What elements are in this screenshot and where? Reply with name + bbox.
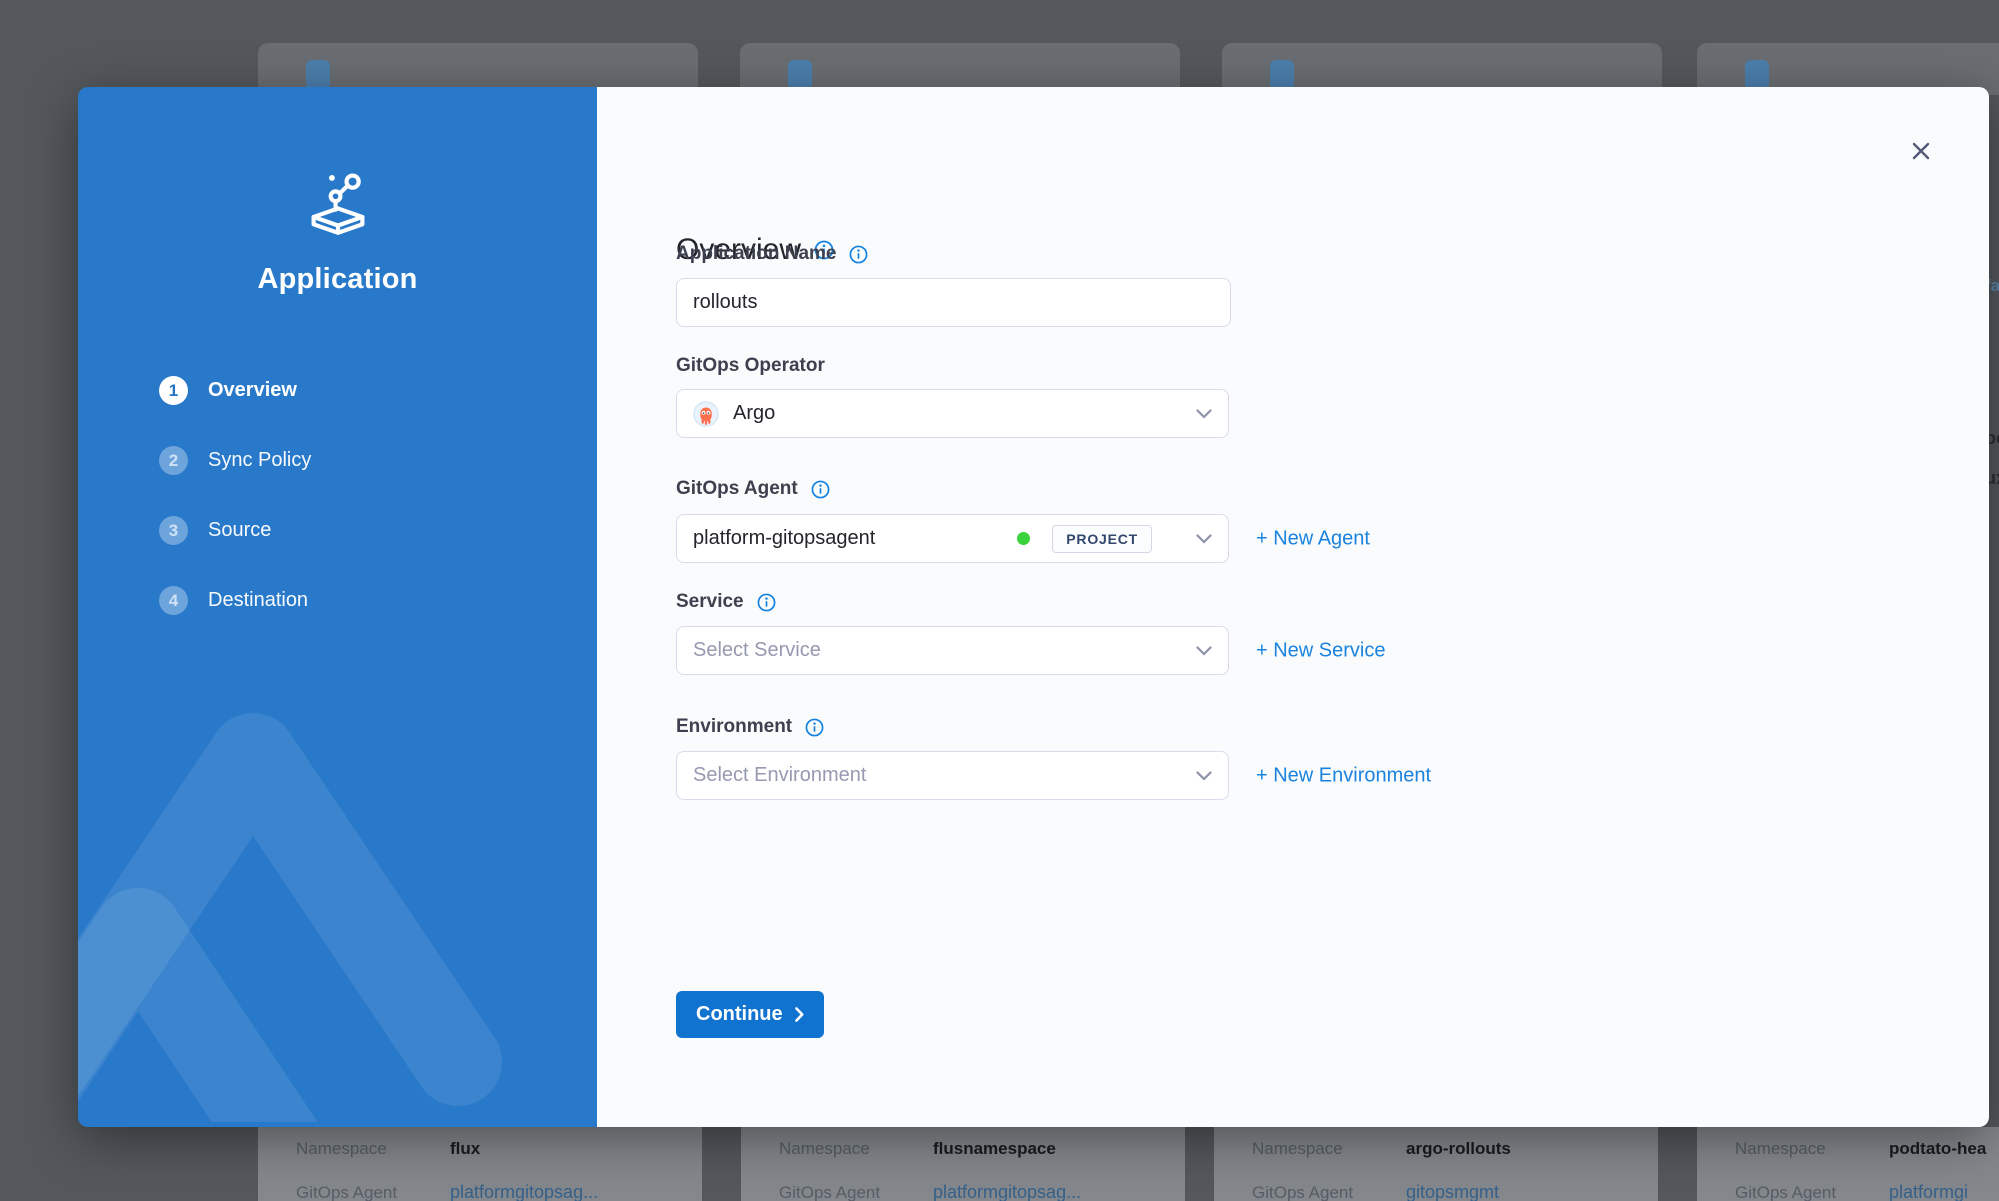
application-gitops-icon xyxy=(299,167,377,250)
service-info-icon[interactable] xyxy=(757,593,776,612)
gitops-agent-value: platformgitopsag... xyxy=(450,1182,598,1201)
app-card-icon xyxy=(1745,60,1769,90)
chevron-down-icon xyxy=(1196,646,1212,656)
gitops-agent-label: GitOps Agent xyxy=(1252,1183,1406,1201)
step-label: Destination xyxy=(208,589,308,612)
close-icon[interactable] xyxy=(1907,137,1935,165)
app-card-icon xyxy=(306,60,330,90)
gitops-operator-label: GitOps Operator xyxy=(676,355,825,377)
environment-select[interactable]: Select Environment xyxy=(676,751,1229,800)
continue-button[interactable]: Continue xyxy=(676,991,824,1038)
scope-badge: PROJECT xyxy=(1052,525,1152,553)
gitops-agent-label: GitOps Agent xyxy=(676,478,798,500)
namespace-value: flusnamespace xyxy=(933,1139,1056,1158)
gitops-operator-select[interactable]: Argo xyxy=(676,389,1229,438)
step-overview[interactable]: 1 Overview xyxy=(159,376,311,405)
chevron-right-icon xyxy=(795,1007,804,1022)
application-name-input[interactable] xyxy=(676,278,1231,327)
screen: { "modal": { "title": "Overview", "close… xyxy=(0,0,1999,1201)
brand-watermark-logo xyxy=(78,642,538,1127)
application-name-info-icon[interactable] xyxy=(849,245,868,264)
chevron-down-icon xyxy=(1196,534,1212,544)
namespace-label: Namespace xyxy=(1252,1139,1406,1159)
create-application-modal: Application 1 Overview 2 Sync Policy 3 S… xyxy=(78,87,1989,1127)
new-agent-link[interactable]: + New Agent xyxy=(1256,528,1370,551)
new-service-link[interactable]: + New Service xyxy=(1256,640,1386,663)
background-app-card: Namespaceflusnamespace GitOps Agentplatf… xyxy=(741,1127,1185,1201)
wizard-steps: 1 Overview 2 Sync Policy 3 Source 4 Dest… xyxy=(159,376,311,656)
agent-health-dot xyxy=(1017,532,1030,545)
gitops-operator-value: Argo xyxy=(733,402,775,425)
namespace-label: Namespace xyxy=(296,1139,450,1159)
gitops-agent-value: gitopsmgmt xyxy=(1406,1182,1499,1201)
chevron-down-icon xyxy=(1196,409,1212,419)
step-source[interactable]: 3 Source xyxy=(159,516,311,545)
step-label: Overview xyxy=(208,379,297,402)
namespace-label: Namespace xyxy=(779,1139,933,1159)
service-placeholder: Select Service xyxy=(693,639,821,662)
app-card-icon xyxy=(788,60,812,90)
application-name-label: Application Name xyxy=(676,243,836,265)
environment-placeholder: Select Environment xyxy=(693,764,866,787)
gitops-agent-value: platformgi xyxy=(1889,1182,1968,1201)
namespace-label: Namespace xyxy=(1735,1139,1889,1159)
chevron-down-icon xyxy=(1196,771,1212,781)
background-app-card: Namespacepodtato-hea GitOps Agentplatfor… xyxy=(1697,1127,1999,1201)
gitops-agent-info-icon[interactable] xyxy=(811,480,830,499)
app-card-icon xyxy=(1270,60,1294,90)
namespace-value: argo-rollouts xyxy=(1406,1139,1511,1158)
step-number: 1 xyxy=(159,376,188,405)
namespace-value: flux xyxy=(450,1139,480,1158)
gitops-agent-label: GitOps Agent xyxy=(779,1183,933,1201)
wizard-sidebar: Application 1 Overview 2 Sync Policy 3 S… xyxy=(78,87,597,1127)
gitops-agent-label: GitOps Agent xyxy=(296,1183,450,1201)
background-app-card: Namespaceflux GitOps Agentplatformgitops… xyxy=(258,1127,702,1201)
step-label: Source xyxy=(208,519,271,542)
gitops-agent-value: platformgitopsag... xyxy=(933,1182,1081,1201)
new-environment-link[interactable]: + New Environment xyxy=(1256,765,1431,788)
environment-info-icon[interactable] xyxy=(805,718,824,737)
wizard-title: Application xyxy=(78,263,597,296)
namespace-value: podtato-hea xyxy=(1889,1139,1986,1158)
step-sync-policy[interactable]: 2 Sync Policy xyxy=(159,446,311,475)
argo-icon xyxy=(693,401,719,427)
step-label: Sync Policy xyxy=(208,449,311,472)
service-select[interactable]: Select Service xyxy=(676,626,1229,675)
step-number: 2 xyxy=(159,446,188,475)
gitops-agent-select[interactable]: platform-gitopsagent PROJECT xyxy=(676,514,1229,563)
gitops-agent-value: platform-gitopsagent xyxy=(693,527,875,550)
environment-label: Environment xyxy=(676,716,792,738)
background-app-card: Namespaceargo-rollouts GitOps Agentgitop… xyxy=(1214,1127,1658,1201)
continue-label: Continue xyxy=(696,1003,783,1026)
gitops-agent-label: GitOps Agent xyxy=(1735,1183,1889,1201)
step-number: 4 xyxy=(159,586,188,615)
modal-content: Overview Application Name GitOps Operato… xyxy=(597,87,1989,1127)
step-destination[interactable]: 4 Destination xyxy=(159,586,311,615)
service-label: Service xyxy=(676,591,744,613)
step-number: 3 xyxy=(159,516,188,545)
